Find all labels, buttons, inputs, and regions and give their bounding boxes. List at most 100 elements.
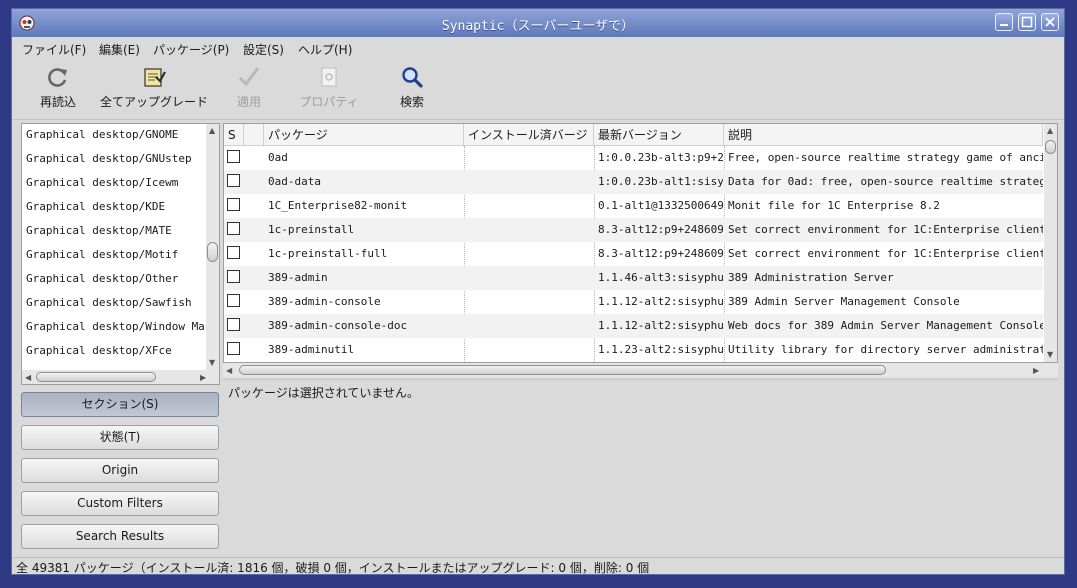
package-checkbox[interactable]: [227, 342, 240, 355]
package-description: Set correct environment for 1C:Enterpris…: [728, 247, 1043, 260]
menu-settings[interactable]: 設定(S): [243, 41, 284, 58]
package-table-vscrollbar[interactable]: ▲ ▼: [1044, 124, 1057, 362]
properties-label: プロパティ: [299, 95, 359, 109]
table-row[interactable]: 0ad 1:0.0.23b-alt3:p9+236 Free, open-sou…: [224, 146, 1043, 170]
package-checkbox[interactable]: [227, 174, 240, 187]
section-item[interactable]: Graphical desktop/GNOME: [26, 128, 178, 141]
minimize-button[interactable]: [995, 13, 1013, 31]
package-checkbox[interactable]: [227, 318, 240, 331]
installed-version: [468, 338, 592, 362]
menu-file[interactable]: ファイル(F): [22, 41, 86, 58]
package-table-hscrollbar[interactable]: ◀ ▶: [223, 363, 1058, 377]
reload-button[interactable]: 再読込: [38, 65, 78, 110]
maximize-button[interactable]: [1018, 13, 1036, 31]
installed-version: [468, 170, 592, 194]
close-button[interactable]: [1041, 13, 1059, 31]
title-bar[interactable]: Synaptic（スーパーユーザで）: [12, 9, 1064, 37]
column-header-support[interactable]: [244, 124, 264, 146]
column-header-description[interactable]: 説明: [724, 124, 1043, 146]
search-button[interactable]: 検索: [396, 65, 428, 110]
section-list-hscroll-thumb[interactable]: [36, 372, 156, 382]
package-description-panel: パッケージは選択されていません。: [223, 379, 1058, 558]
scroll-right-arrow-icon[interactable]: ▶: [200, 373, 206, 382]
column-header-installed-version[interactable]: インストール済バージ: [464, 124, 594, 146]
upgrade-all-icon: [144, 68, 166, 87]
table-row[interactable]: 1C_Enterprise82-monit 0.1-alt1@133250064…: [224, 194, 1043, 218]
package-checkbox[interactable]: [227, 246, 240, 259]
package-checkbox[interactable]: [227, 294, 240, 307]
table-row[interactable]: 389-adminutil 1.1.23-alt2:sisyphus+ Util…: [224, 338, 1043, 362]
package-description: Data for 0ad: free, open-source realtime…: [728, 175, 1043, 188]
maximize-icon: [1021, 16, 1033, 28]
minimize-icon: [1000, 24, 1008, 26]
scroll-down-arrow-icon[interactable]: ▼: [1047, 350, 1053, 359]
properties-button[interactable]: プロパティ: [298, 65, 360, 110]
package-description: Monit file for 1C Enterprise 8.2: [728, 199, 940, 212]
section-list-vscrollbar[interactable]: ▲ ▼: [206, 124, 219, 370]
latest-version: 1:0.0.23b-alt3:p9+236: [598, 151, 723, 164]
apply-check-icon: [238, 67, 260, 87]
section-item[interactable]: Graphical desktop/GNUstep: [26, 152, 192, 165]
table-row[interactable]: 389-admin-console-doc 1.1.12-alt2:sisyph…: [224, 314, 1043, 338]
installed-version: [468, 266, 592, 290]
package-checkbox[interactable]: [227, 270, 240, 283]
upgrade-all-button[interactable]: 全てアップグレード: [98, 65, 210, 110]
menu-bar: ファイル(F) 編集(E) パッケージ(P) 設定(S) ヘルプ(H): [12, 37, 1064, 59]
section-item[interactable]: Graphical desktop/Window Maker: [26, 320, 219, 333]
toolbar: 再読込 全てアップグレード 適用 プロパティ 検索: [12, 61, 1064, 120]
custom-filters-button[interactable]: Custom Filters: [21, 491, 219, 516]
package-name: 389-adminutil: [268, 343, 355, 356]
scroll-down-arrow-icon[interactable]: ▼: [209, 358, 215, 367]
package-description: Web docs for 389 Admin Server Management…: [728, 319, 1043, 332]
column-header-status[interactable]: S: [224, 124, 244, 146]
table-row[interactable]: 1c-preinstall-full 8.3-alt12:p9+248609.1…: [224, 242, 1043, 266]
column-header-package[interactable]: パッケージ: [264, 124, 464, 146]
scroll-up-arrow-icon[interactable]: ▲: [209, 126, 215, 135]
apply-button[interactable]: 適用: [231, 65, 267, 110]
section-list[interactable]: Graphical desktop/GNOME Graphical deskto…: [21, 123, 220, 385]
scroll-up-arrow-icon[interactable]: ▲: [1047, 126, 1053, 135]
installed-version: [468, 290, 592, 314]
section-item[interactable]: Graphical desktop/Icewm: [26, 176, 178, 189]
synaptic-window: Synaptic（スーパーユーザで） ファイル(F) 編集(E) パッケージ(P…: [11, 8, 1065, 575]
scroll-right-arrow-icon[interactable]: ▶: [1033, 366, 1039, 375]
latest-version: 8.3-alt12:p9+248609.1: [598, 223, 723, 236]
status-filter-button[interactable]: 状態(T): [21, 425, 219, 450]
section-item[interactable]: Graphical desktop/Other: [26, 272, 178, 285]
menu-package[interactable]: パッケージ(P): [153, 41, 229, 58]
package-description: 389 Admin Server Management Console: [728, 295, 960, 308]
window-title: Synaptic（スーパーユーザで）: [441, 19, 635, 34]
package-description: Utility library for directory server adm…: [728, 343, 1043, 356]
section-item[interactable]: Graphical desktop/Sawfish: [26, 296, 192, 309]
table-row[interactable]: 389-admin-console 1.1.12-alt2:sisyphus+ …: [224, 290, 1043, 314]
table-row[interactable]: 0ad-data 1:0.0.23b-alt1:sisyph Data for …: [224, 170, 1043, 194]
latest-version: 8.3-alt12:p9+248609.1: [598, 247, 723, 260]
package-table-hscroll-thumb[interactable]: [239, 365, 886, 375]
package-checkbox[interactable]: [227, 198, 240, 211]
column-header-latest-version[interactable]: 最新バージョン: [594, 124, 724, 146]
section-list-vscroll-thumb[interactable]: [207, 242, 218, 262]
section-item[interactable]: Graphical desktop/MATE: [26, 224, 172, 237]
menu-help[interactable]: ヘルプ(H): [298, 41, 352, 58]
apply-label: 適用: [236, 95, 261, 109]
table-row[interactable]: 389-admin 1.1.46-alt3:sisyphus+ 389 Admi…: [224, 266, 1043, 290]
table-row[interactable]: 1c-preinstall 8.3-alt12:p9+248609.1 Set …: [224, 218, 1043, 242]
package-checkbox[interactable]: [227, 222, 240, 235]
section-list-hscrollbar[interactable]: ◀ ▶: [22, 370, 219, 384]
sections-filter-button[interactable]: セクション(S): [21, 392, 219, 417]
package-table-vscroll-thumb[interactable]: [1045, 140, 1056, 154]
package-name: 389-admin: [268, 271, 328, 284]
search-results-button[interactable]: Search Results: [21, 524, 219, 549]
menu-edit[interactable]: 編集(E): [99, 41, 140, 58]
section-item[interactable]: Graphical desktop/Motif: [26, 248, 178, 261]
section-item[interactable]: Graphical desktop/XFce: [26, 344, 172, 357]
package-table[interactable]: S パッケージ インストール済バージ 最新バージョン 説明 0ad 1:0.0.…: [223, 123, 1058, 363]
scroll-left-arrow-icon[interactable]: ◀: [25, 373, 31, 382]
section-item[interactable]: Graphical desktop/KDE: [26, 200, 165, 213]
package-name: 1c-preinstall: [268, 223, 355, 236]
status-text: 全 49381 パッケージ（インストール済: 1816 個，破損 0 個，インス…: [16, 561, 650, 575]
package-checkbox[interactable]: [227, 150, 240, 163]
installed-version: [468, 146, 592, 170]
origin-filter-button[interactable]: Origin: [21, 458, 219, 483]
scroll-left-arrow-icon[interactable]: ◀: [226, 366, 232, 375]
